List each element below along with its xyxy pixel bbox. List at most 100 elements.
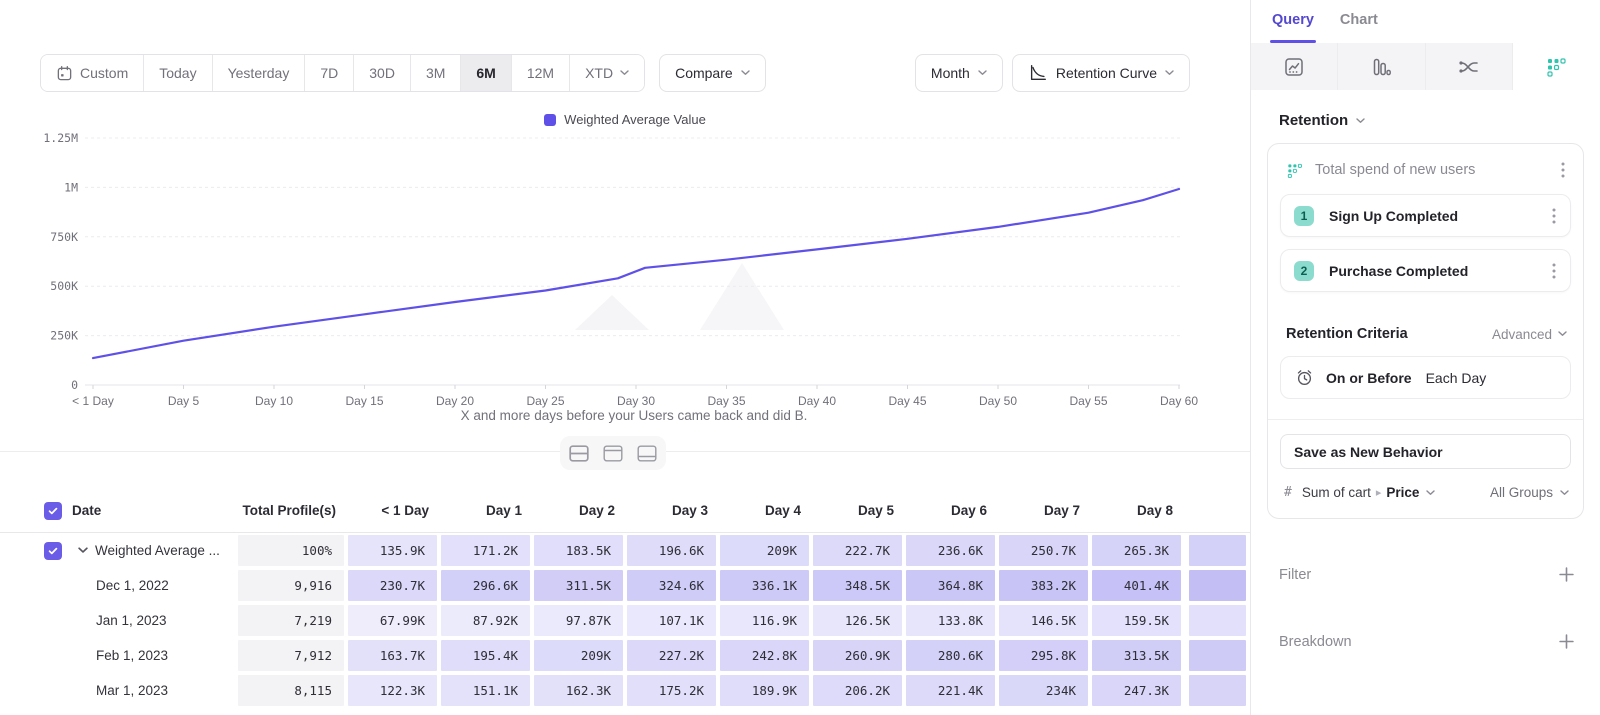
kebab-menu-icon[interactable] <box>1559 160 1567 180</box>
y-axis-tick-label: 0 <box>71 378 78 392</box>
retention-value-cell: 209K <box>720 535 809 566</box>
save-as-new-behavior-button[interactable]: Save as New Behavior <box>1280 434 1571 469</box>
range-button-3m[interactable]: 3M <box>411 55 461 91</box>
chevron-down-icon <box>978 70 987 76</box>
expand-chevron-icon[interactable] <box>78 547 88 554</box>
total-profiles-cell: 7,912 <box>238 640 344 671</box>
retention-value-cell: 97.87K <box>534 605 623 636</box>
bar-chart-icon[interactable] <box>1338 43 1425 90</box>
total-profiles-cell: 100% <box>238 535 344 566</box>
measure-property-dropdown[interactable]: Price <box>1386 485 1419 500</box>
column-header: Day 4 <box>720 503 813 518</box>
sidebar-tabs: Query Chart <box>1251 0 1600 43</box>
retention-value-cell: 401.4K <box>1092 570 1181 601</box>
criteria-mode-dropdown[interactable]: Advanced <box>1492 327 1567 342</box>
retention-value-cell: 296.6K <box>441 570 530 601</box>
granularity-dropdown[interactable]: Month <box>915 54 1003 92</box>
range-button-6m[interactable]: 6M <box>461 55 511 91</box>
table-header-row: Date Total Profile(s)< 1 DayDay 1Day 2Da… <box>0 489 1250 533</box>
insights-chart-icon[interactable] <box>1251 43 1338 90</box>
watermark-triangle <box>700 263 784 330</box>
range-button-30d[interactable]: 30D <box>354 55 411 91</box>
watermark-triangle <box>575 295 649 330</box>
kebab-menu-icon[interactable] <box>1550 206 1558 226</box>
number-property-icon: # <box>1284 485 1292 500</box>
retention-value-cell: 280.6K <box>906 640 995 671</box>
tab-query[interactable]: Query <box>1272 12 1314 43</box>
step-number-badge: 1 <box>1294 206 1314 226</box>
row-date-label: Weighted Average ... <box>66 543 238 558</box>
step-number-badge: 2 <box>1294 261 1314 281</box>
layout-view-toggle <box>560 436 666 470</box>
retention-value-cell: 311.5K <box>534 570 623 601</box>
x-axis-tick-label: Day 55 <box>1069 394 1107 408</box>
retention-timing-card[interactable]: On or Before Each Day <box>1280 356 1571 399</box>
retention-value-cell: 209K <box>534 640 623 671</box>
chevron-down-icon <box>1426 490 1435 496</box>
x-axis-tick-label: Day 50 <box>979 394 1017 408</box>
chevron-down-icon <box>1165 70 1174 76</box>
retention-dashboard: CustomTodayYesterday 7D 30D 3M 6M 12MXTD Comp… <box>0 0 1600 715</box>
retention-grid-icon[interactable] <box>1513 43 1600 90</box>
date-range-group: CustomTodayYesterday 7D 30D 3M 6M 12MXTD <box>40 54 645 92</box>
retention-value-cell: 87.92K <box>441 605 530 636</box>
compare-label: Compare <box>675 65 733 81</box>
report-type-tabs <box>1251 43 1600 90</box>
range-label: 7D <box>320 65 338 81</box>
table-body: Weighted Average ...100%135.9K171.2K183.… <box>0 533 1250 708</box>
range-button-custom[interactable]: Custom <box>41 55 144 91</box>
add-filter-button[interactable] <box>1555 563 1578 586</box>
range-label: 30D <box>369 65 395 81</box>
x-axis-tick-label: < 1 Day <box>72 394 114 408</box>
retention-value-cell: 250.7K <box>999 535 1088 566</box>
y-axis-tick-label: 1.25M <box>43 131 78 145</box>
retention-value-cell: 313.5K <box>1092 640 1181 671</box>
retention-value-cell: 195.4K <box>441 640 530 671</box>
retention-value-cell: 146.5K <box>999 605 1088 636</box>
row-checkbox[interactable] <box>44 542 62 560</box>
chart-type-dropdown[interactable]: Retention Curve <box>1012 54 1190 92</box>
compare-button[interactable]: Compare <box>659 54 766 92</box>
retention-value-cell: 242.8K <box>720 640 809 671</box>
retention-value-cell: 234K <box>999 675 1088 706</box>
retention-value-cell: 175.2K <box>627 675 716 706</box>
group-selector-dropdown[interactable]: All Groups <box>1490 485 1569 500</box>
x-axis-tick-label: Day 20 <box>436 394 474 408</box>
timing-mode-label: On or Before <box>1326 370 1412 386</box>
row-label: Feb 1, 2023 <box>96 648 168 663</box>
chevron-down-icon <box>1558 331 1567 337</box>
y-axis-tick-label: 250K <box>50 329 78 343</box>
flows-icon[interactable] <box>1426 43 1513 90</box>
range-button-today[interactable]: Today <box>144 55 212 91</box>
measure-event-label[interactable]: Sum of cart <box>1302 485 1371 500</box>
chevron-down-icon <box>1560 490 1569 496</box>
range-button-7d[interactable]: 7D <box>305 55 354 91</box>
table-only-view-button[interactable] <box>631 439 663 467</box>
report-section-dropdown[interactable]: Retention <box>1267 90 1584 143</box>
y-axis-tick-label: 500K <box>50 279 78 293</box>
tab-chart[interactable]: Chart <box>1340 12 1378 43</box>
x-axis-tick-label: Day 10 <box>255 394 293 408</box>
chart-only-view-button[interactable] <box>597 439 629 467</box>
retention-value-cell: 206.2K <box>813 675 902 706</box>
x-axis-caption: X and more days before your Users came b… <box>0 408 1268 423</box>
range-button-xtd[interactable]: XTD <box>570 55 644 91</box>
range-label: 3M <box>426 65 445 81</box>
retention-line-series <box>93 189 1179 358</box>
add-breakdown-button[interactable] <box>1555 630 1578 653</box>
kebab-menu-icon[interactable] <box>1550 261 1558 281</box>
select-all-checkbox[interactable] <box>44 502 62 520</box>
range-button-yesterday[interactable]: Yesterday <box>213 55 306 91</box>
row-date-label: Feb 1, 2023 <box>66 648 238 663</box>
retention-value-cell: 151.1K <box>441 675 530 706</box>
retention-value-cell: 236.6K <box>906 535 995 566</box>
column-header: Day 6 <box>906 503 999 518</box>
column-header: Day 7 <box>999 503 1092 518</box>
range-label: 6M <box>476 65 495 81</box>
range-button-12m[interactable]: 12M <box>512 55 570 91</box>
event-step-purchase-completed[interactable]: 2Purchase Completed <box>1280 249 1571 292</box>
retention-line-chart: 1.25M1M750K500K250K0< 1 DayDay 5Day 10Da… <box>0 125 1250 425</box>
split-view-button[interactable] <box>563 439 595 467</box>
event-step-sign-up-completed[interactable]: 1Sign Up Completed <box>1280 194 1571 237</box>
retention-curve-icon <box>1028 63 1048 83</box>
